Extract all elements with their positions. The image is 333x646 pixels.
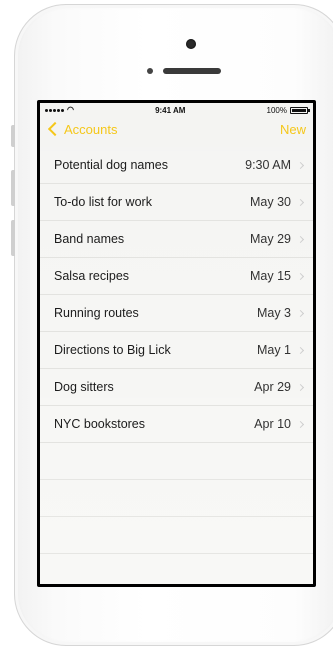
wifi-icon: ◠: [67, 105, 74, 114]
empty-line: [40, 554, 313, 587]
status-time: 9:41 AM: [155, 105, 186, 115]
note-title: NYC bookstores: [54, 417, 146, 431]
notes-app: ◠ 9:41 AM 100% Accounts New Potential do…: [40, 103, 313, 584]
note-row[interactable]: Directions to Big Lick May 1: [40, 332, 313, 369]
status-bar: ◠ 9:41 AM 100%: [40, 103, 313, 117]
back-button[interactable]: Accounts: [47, 121, 118, 137]
notes-list: Potential dog names 9:30 AM To-do list for…: [40, 147, 313, 587]
new-note-button[interactable]: New: [280, 122, 306, 137]
note-date: May 1: [256, 343, 291, 357]
note-title: Directions to Big Lick: [54, 343, 171, 357]
note-title: Band names: [54, 232, 125, 246]
note-date: May 30: [250, 195, 291, 209]
note-meta: Apr 10: [254, 417, 305, 431]
chevron-right-icon: [296, 383, 305, 391]
signal-indicator: ◠: [45, 106, 74, 114]
empty-line: [40, 443, 313, 480]
volume-up-button: [11, 170, 15, 206]
note-row[interactable]: To-do list for work May 30: [40, 184, 313, 221]
chevron-right-icon: [296, 198, 305, 206]
note-meta: Apr 29: [254, 380, 305, 394]
note-row[interactable]: Dog sitters Apr 29: [40, 369, 313, 406]
chevron-right-icon: [296, 420, 305, 428]
note-title: Dog sitters: [54, 380, 114, 394]
proximity-sensor: [147, 68, 153, 74]
note-row[interactable]: Running routes May 3: [40, 295, 313, 332]
note-title: To-do list for work: [54, 195, 152, 209]
chevron-right-icon: [296, 346, 305, 354]
note-meta: May 15: [250, 269, 305, 283]
note-date: Apr 29: [254, 380, 291, 394]
note-row[interactable]: Salsa recipes May 15: [40, 258, 313, 295]
note-date: 9:30 AM: [245, 158, 291, 172]
battery-icon: [290, 106, 310, 114]
mute-switch: [11, 125, 15, 147]
phone-screen: ◠ 9:41 AM 100% Accounts New Potential do…: [37, 100, 316, 587]
note-meta: May 30: [250, 195, 305, 209]
empty-line: [40, 480, 313, 517]
note-meta: May 1: [257, 343, 305, 357]
note-date: May 15: [250, 269, 291, 283]
earpiece-speaker: [163, 68, 221, 74]
volume-down-button: [11, 220, 15, 256]
chevron-right-icon: [296, 309, 305, 317]
chevron-right-icon: [296, 161, 305, 169]
note-row[interactable]: NYC bookstores Apr 10: [40, 406, 313, 443]
back-label: Accounts: [64, 121, 118, 137]
battery-indicator: 100%: [266, 105, 310, 115]
note-date: May 29: [250, 232, 291, 246]
note-meta: May 3: [257, 306, 305, 320]
battery-percent: 100%: [266, 105, 287, 115]
front-camera-icon: [186, 39, 196, 49]
note-date: Apr 10: [254, 417, 291, 431]
chevron-right-icon: [296, 272, 305, 280]
note-meta: May 29: [250, 232, 305, 246]
note-row[interactable]: Potential dog names 9:30 AM: [40, 147, 313, 184]
note-title: Potential dog names: [54, 158, 168, 172]
navigation-bar: Accounts New: [40, 117, 313, 141]
note-title: Running routes: [54, 306, 139, 320]
empty-line: [40, 517, 313, 554]
note-row[interactable]: Band names May 29: [40, 221, 313, 258]
chevron-left-icon: [47, 121, 63, 137]
note-date: May 3: [256, 306, 291, 320]
chevron-right-icon: [296, 235, 305, 243]
note-meta: 9:30 AM: [245, 158, 305, 172]
note-title: Salsa recipes: [54, 269, 130, 283]
